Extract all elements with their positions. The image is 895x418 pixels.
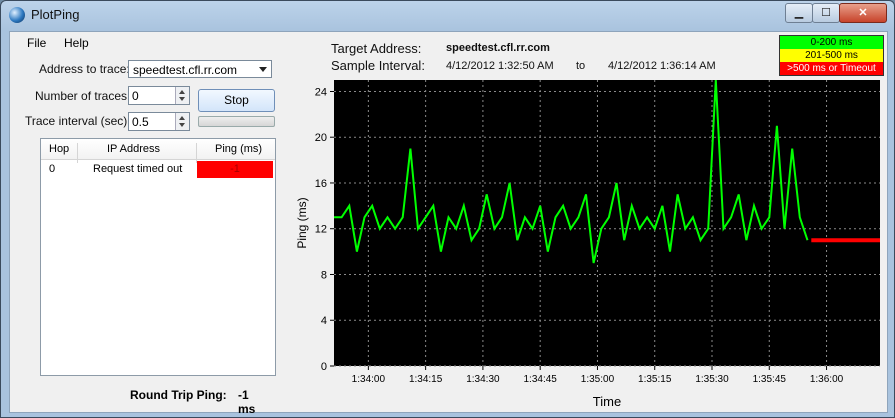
interval-stepper[interactable]: 0.5 bbox=[128, 112, 190, 131]
traces-updown[interactable] bbox=[175, 87, 189, 104]
legend-item: 201-500 ms bbox=[780, 49, 883, 62]
ping-legend: 0-200 ms 201-500 ms >500 ms or Timeout bbox=[779, 35, 884, 76]
cell-ping: -1 bbox=[197, 161, 273, 178]
x-tick-label: 1:35:30 bbox=[695, 374, 729, 385]
table-header: Hop IP Address Ping (ms) bbox=[41, 139, 275, 163]
y-tick-label: 16 bbox=[315, 178, 327, 190]
interval-header-label: Sample Interval: bbox=[331, 58, 425, 73]
y-tick-label: 0 bbox=[321, 361, 327, 373]
traces-stepper[interactable]: 0 bbox=[128, 86, 190, 105]
x-tick-label: 1:35:15 bbox=[638, 374, 672, 385]
close-icon: ✕ bbox=[858, 7, 868, 19]
interval-end: 4/12/2012 1:36:14 AM bbox=[608, 60, 716, 72]
target-value: speedtest.cfl.rr.com bbox=[446, 42, 550, 54]
interval-updown[interactable] bbox=[175, 113, 189, 130]
app-icon bbox=[9, 7, 25, 23]
legend-item: 0-200 ms bbox=[780, 36, 883, 49]
traces-label: Number of traces: bbox=[35, 89, 131, 103]
maximize-button[interactable]: ☐ bbox=[812, 3, 840, 23]
x-tick-label: 1:35:00 bbox=[581, 374, 615, 385]
plot-area bbox=[334, 80, 880, 366]
ping-chart: 0 4 8 12 16 20 24 1:34:00 1:34:15 1:34:30 1:34:45 1… bbox=[296, 79, 880, 409]
address-value: speedtest.cfl.rr.com bbox=[133, 63, 238, 77]
stop-button[interactable]: Stop bbox=[198, 89, 275, 112]
menu-file[interactable]: File bbox=[27, 36, 46, 50]
chevron-down-icon[interactable] bbox=[259, 67, 267, 72]
col-ping[interactable]: Ping (ms) bbox=[215, 143, 262, 155]
hop-table[interactable]: Hop IP Address Ping (ms) 0 Request timed… bbox=[40, 138, 276, 376]
y-tick-label: 12 bbox=[315, 224, 327, 236]
x-axis-label: Time bbox=[593, 394, 621, 409]
y-axis-label: Ping (ms) bbox=[296, 197, 309, 248]
address-label: Address to trace: bbox=[39, 62, 130, 76]
interval-value: 0.5 bbox=[132, 115, 149, 129]
title-bar[interactable]: PlotPing ▁ ☐ ✕ bbox=[1, 1, 894, 29]
target-label: Target Address: bbox=[331, 41, 422, 56]
x-tick-label: 1:34:00 bbox=[352, 374, 386, 385]
x-tick-label: 1:34:30 bbox=[466, 374, 500, 385]
interval-to: to bbox=[576, 60, 586, 72]
x-tick-label: 1:34:45 bbox=[523, 374, 557, 385]
interval-start: 4/12/2012 1:32:50 AM bbox=[446, 60, 554, 72]
col-hop[interactable]: Hop bbox=[49, 143, 69, 155]
col-ip[interactable]: IP Address bbox=[107, 143, 160, 155]
y-tick-label: 8 bbox=[321, 269, 327, 281]
minimize-icon: ▁ bbox=[794, 7, 804, 19]
spin-down-icon[interactable] bbox=[179, 123, 185, 127]
trace-progress-bar bbox=[198, 116, 275, 127]
y-tick-label: 20 bbox=[315, 132, 327, 144]
interval-label: Trace interval (sec): bbox=[25, 114, 131, 128]
y-tick-label: 24 bbox=[315, 86, 327, 98]
y-tick-label: 4 bbox=[321, 315, 327, 327]
cell-ip: Request timed out bbox=[93, 163, 183, 175]
table-row[interactable]: 0 Request timed out -1 bbox=[41, 161, 275, 178]
window-title: PlotPing bbox=[31, 7, 80, 22]
round-trip-value: -1 ms bbox=[238, 388, 256, 416]
round-trip-label: Round Trip Ping: bbox=[130, 388, 227, 402]
spin-up-icon[interactable] bbox=[179, 90, 185, 94]
maximize-icon: ☐ bbox=[821, 7, 831, 19]
minimize-button[interactable]: ▁ bbox=[785, 3, 813, 23]
round-trip: Round Trip Ping: -1 ms bbox=[130, 388, 255, 416]
app-window: PlotPing ▁ ☐ ✕ File Help Address to trac… bbox=[0, 0, 895, 418]
menu-help[interactable]: Help bbox=[64, 36, 89, 50]
close-button[interactable]: ✕ bbox=[839, 3, 887, 23]
spin-down-icon[interactable] bbox=[179, 97, 185, 101]
x-tick-label: 1:35:45 bbox=[753, 374, 787, 385]
client-area: File Help Address to trace: speedtest.cf… bbox=[9, 31, 888, 416]
x-tick-label: 1:36:00 bbox=[810, 374, 844, 385]
spin-up-icon[interactable] bbox=[179, 116, 185, 120]
traces-value: 0 bbox=[132, 89, 139, 103]
cell-hop: 0 bbox=[49, 163, 56, 175]
x-tick-label: 1:34:15 bbox=[409, 374, 443, 385]
address-combo[interactable]: speedtest.cfl.rr.com bbox=[128, 60, 272, 78]
